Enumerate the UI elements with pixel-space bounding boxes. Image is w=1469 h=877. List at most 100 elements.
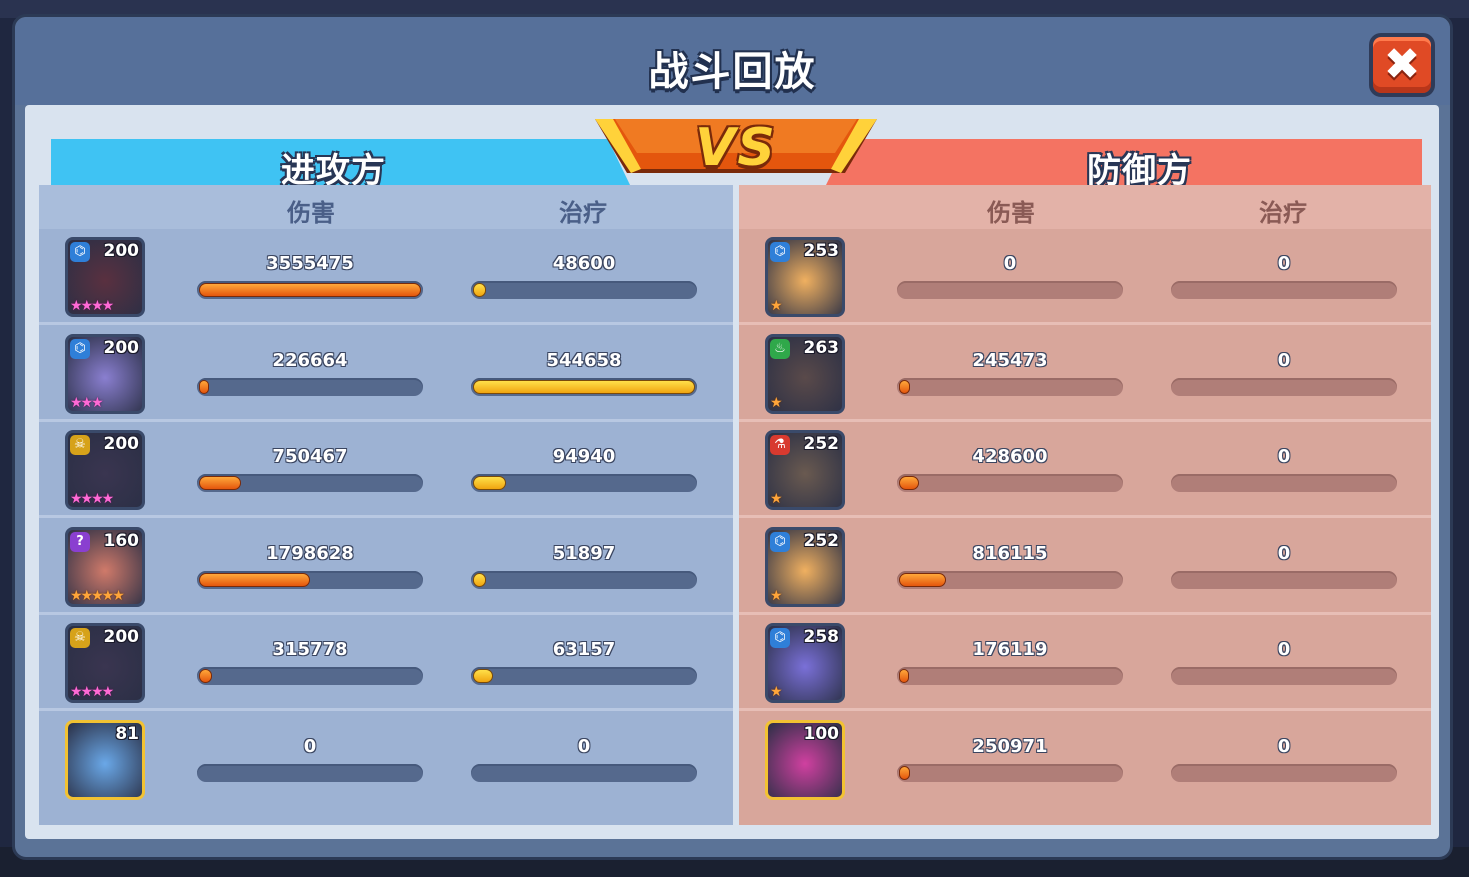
heal-value: 51897 [552,542,616,564]
heal-bar [471,763,697,782]
defender-hero-row: ⚗ 252 ★ 428600 0 [739,422,1431,518]
hero-portrait[interactable]: ⌬ 258 ★ [765,623,845,703]
skull-icon: ☠ [70,628,90,648]
damage-value: 750467 [272,446,348,467]
flask-icon: ⚗ [770,435,790,455]
dialog-body: 进攻方 防御方 VS 伤害 治疗 ⌬ 200 ★★★★ 3555475 48600 ⌬ 20… [25,105,1439,839]
defender-hero-row: ⌬ 258 ★ 176119 0 [739,615,1431,711]
hero-portrait[interactable]: ☠ 200 ★★★★ [65,430,145,510]
damage-bar-fill [899,765,911,780]
heal-value: 0 [1277,639,1291,660]
hero-level: 200 [103,337,140,358]
title-bar: 战斗回放 [15,17,1450,105]
hero-level: 160 [103,530,140,551]
defender-column-header: 伤害 治疗 [739,185,1431,229]
close-button[interactable]: ✖ [1369,33,1435,97]
damage-value: 3555475 [266,253,354,274]
heal-bar-fill [473,669,493,683]
defender-panel: 伤害 治疗 ⌬ 253 ★ 0 0 ♨ 263 ★ 245473 0 ⚗ 252 ★ 428600 0 ⌬ 25… [739,185,1431,825]
damage-value: 816115 [972,542,1048,564]
heal-bar [1171,281,1397,299]
hero-stars: ★ [770,587,782,604]
vs-emblem: VS [595,115,877,178]
damage-value: 0 [1003,253,1017,274]
hero-level: 252 [803,434,840,454]
damage-value: 0 [303,735,317,757]
defender-heal-column: 治疗 [1259,199,1307,227]
heal-bar [471,281,697,299]
hero-stars: ★★★★ [70,491,114,507]
heal-bar [1171,763,1397,782]
attacker-hero-row: 81 0 0 [39,712,733,808]
heal-bar-fill [473,572,487,587]
dna-icon: ⌬ [70,338,90,359]
hero-stars: ★★★★ [70,298,114,314]
dna-icon: ⌬ [770,628,790,648]
damage-value: 1798628 [266,542,354,564]
damage-value: 245473 [972,349,1048,371]
hero-portrait[interactable]: ☠ 200 ★★★★ [65,623,145,703]
heal-bar [471,377,697,396]
heal-bar [471,570,697,589]
hero-portrait[interactable]: ⌬ 252 ★ [765,526,845,607]
heal-bar [1171,570,1397,589]
damage-bar [197,474,423,492]
hero-portrait[interactable]: ⌬ 200 ★★★ [65,333,145,414]
dna-icon: ⌬ [770,531,790,552]
hero-level: 258 [803,627,840,647]
hero-portrait[interactable]: 100 [765,719,845,800]
hero-portrait[interactable]: ⌬ 253 ★ [765,237,845,317]
damage-bar-fill [899,669,909,683]
heal-value: 48600 [552,253,616,274]
defender-hero-row: 100 250971 0 [739,712,1431,808]
attacker-hero-row: ⌬ 200 ★★★ 226664 544658 [39,326,733,422]
attacker-hero-row: ⌬ 200 ★★★★ 3555475 48600 [39,229,733,325]
damage-bar [197,281,423,299]
heal-value: 63157 [552,639,616,660]
battle-replay-dialog: 战斗回放 ✖ 进攻方 防御方 VS 伤害 治疗 ⌬ 200 ★★★★ 3555475 4… [12,14,1453,860]
hero-portrait[interactable]: ⌬ 200 ★★★★ [65,237,145,317]
damage-bar-fill [899,379,911,394]
skull-icon: ☠ [70,435,90,455]
attacker-panel: 伤害 治疗 ⌬ 200 ★★★★ 3555475 48600 ⌬ 200 ★★★ 226664 5… [39,185,733,825]
hero-stars: ★ [770,491,782,507]
hero-stars: ★★★★ [70,684,114,700]
hero-portrait[interactable]: 81 [65,719,145,800]
damage-bar [897,667,1123,685]
damage-value: 315778 [272,639,348,660]
hero-portrait[interactable]: ⚗ 252 ★ [765,430,845,510]
hero-portrait[interactable]: ? 160 ★★★★★ [65,526,145,607]
damage-bar [897,377,1123,396]
dna-icon: ⌬ [70,242,90,262]
damage-bar [197,377,423,396]
hero-portrait[interactable]: ♨ 263 ★ [765,333,845,414]
vs-label: VS [695,118,777,178]
hero-stars: ★★★ [70,394,104,411]
heal-bar-fill [473,283,487,297]
hero-level: 200 [103,241,140,261]
hero-level: 263 [803,337,840,358]
damage-bar-fill [199,476,242,490]
hero-stars: ★★★★★ [70,587,125,604]
damage-bar [897,570,1123,589]
defender-damage-column: 伤害 [987,199,1035,227]
damage-value: 428600 [972,446,1048,467]
damage-bar [897,763,1123,782]
heal-value: 544658 [546,349,622,371]
heal-bar-fill [473,476,507,490]
attacker-hero-row: ☠ 200 ★★★★ 315778 63157 [39,615,733,711]
heal-bar [471,474,697,492]
hero-stars: ★ [770,298,782,314]
damage-bar [897,281,1123,299]
defender-hero-row: ⌬ 252 ★ 816115 0 [739,519,1431,615]
damage-bar [197,763,423,782]
heal-value: 0 [1277,349,1291,371]
damage-bar-fill [199,669,213,683]
damage-bar-fill [899,476,919,490]
damage-bar [897,474,1123,492]
heal-bar-fill [473,379,695,394]
heal-bar [471,667,697,685]
attacker-heal-column: 治疗 [559,199,607,227]
hero-stars: ★ [770,684,782,700]
defender-header: 防御方 [825,139,1422,187]
